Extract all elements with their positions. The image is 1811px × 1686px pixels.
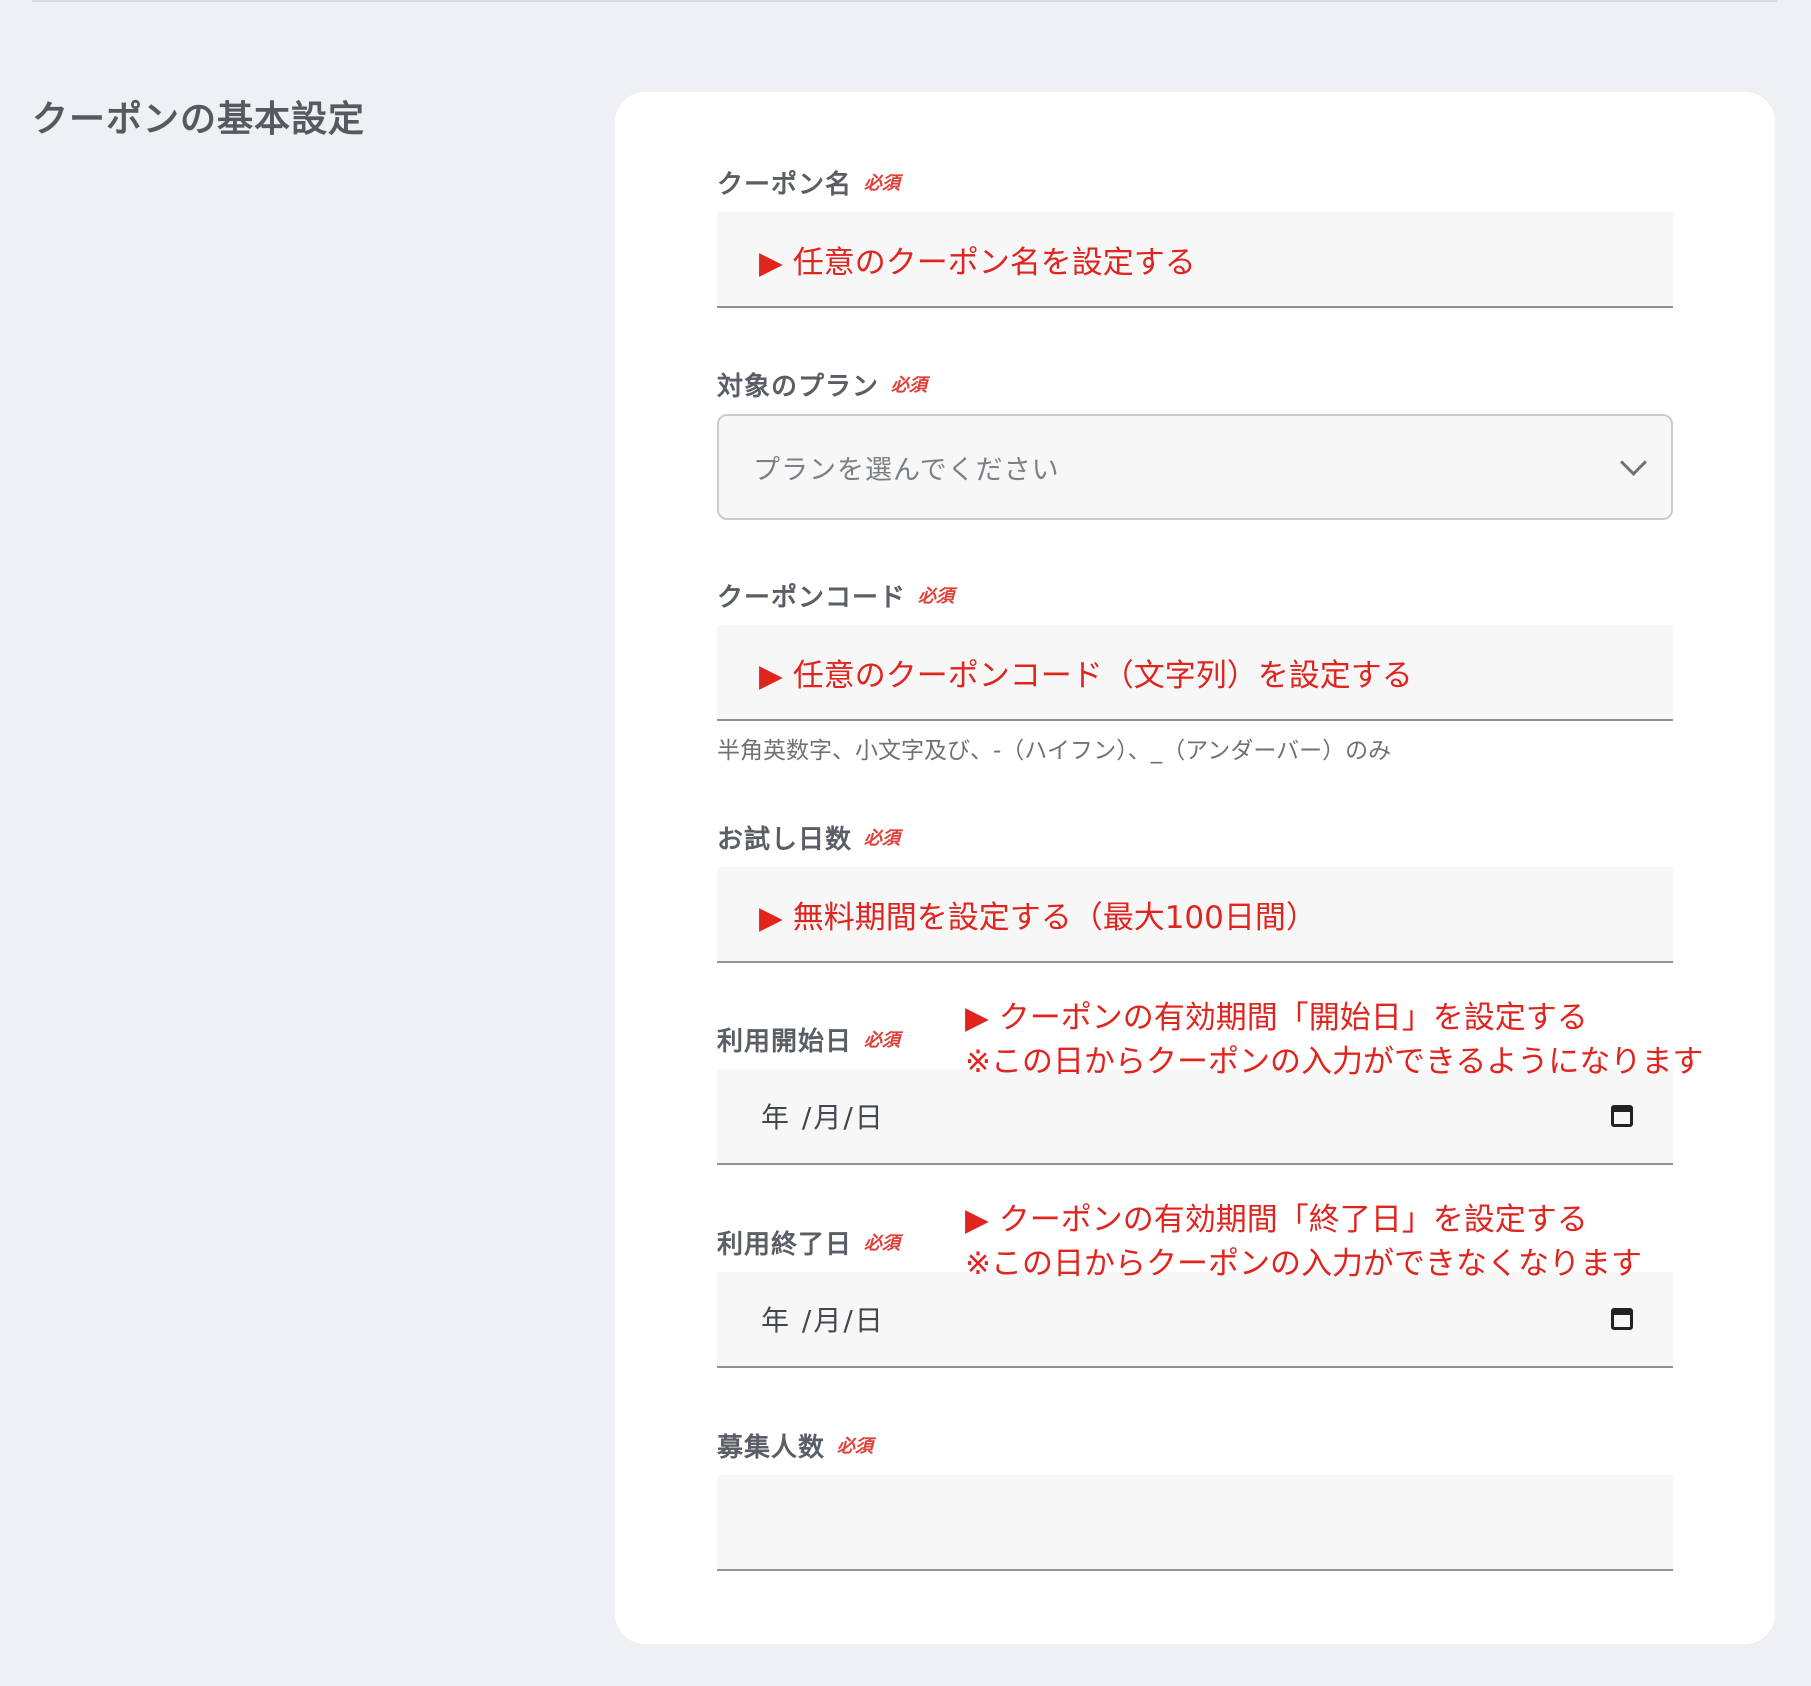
top-divider [32, 0, 1777, 2]
coupon-code-label: クーポンコード [717, 582, 907, 613]
trial-days-field: お試し日数 必須 ▶ 無料期間を設定する（最大100日間） [717, 817, 1673, 963]
start-date-note: ▶ クーポンの有効期間「開始日」を設定する ※この日からクーポンの入力ができるよ… [965, 996, 1703, 1084]
end-date-note-line2: ※この日からクーポンの入力ができなくなります [965, 1246, 1642, 1282]
start-date-label: 利用開始日 [717, 1026, 853, 1057]
coupon-code-input[interactable]: ▶ 任意のクーポンコード（文字列）を設定する [717, 625, 1673, 721]
start-date-note-line2: ※この日からクーポンの入力ができるようになります [965, 1044, 1704, 1080]
start-date-placeholder: 年 /月/日 [761, 1101, 885, 1134]
coupon-code-instruction: ▶ 任意のクーポンコード（文字列）を設定する [759, 657, 1413, 694]
coupon-name-input[interactable]: ▶ 任意のクーポン名を設定する [717, 212, 1673, 308]
calendar-icon[interactable] [1611, 1105, 1633, 1127]
coupon-settings-card: クーポン名 必須 ▶ 任意のクーポン名を設定する 対象のプラン 必須 プランを選… [615, 92, 1775, 1644]
recruit-count-label: 募集人数 [717, 1432, 826, 1463]
required-badge: 必須 [891, 375, 928, 396]
coupon-name-label: クーポン名 [717, 169, 853, 200]
end-date-note: ▶ クーポンの有効期間「終了日」を設定する ※この日からクーポンの入力ができなく… [965, 1198, 1642, 1286]
end-date-input[interactable]: 年 /月/日 [717, 1272, 1673, 1368]
plan-field: 対象のプラン 必須 プランを選んでください [717, 364, 1673, 520]
trial-days-input[interactable]: ▶ 無料期間を設定する（最大100日間） [717, 867, 1673, 963]
recruit-count-field: 募集人数 必須 [717, 1425, 1673, 1571]
coupon-name-instruction: ▶ 任意のクーポン名を設定する [759, 244, 1196, 281]
chevron-down-icon [1620, 448, 1647, 476]
required-badge: 必須 [864, 828, 901, 849]
required-badge: 必須 [864, 1030, 901, 1051]
required-badge: 必須 [864, 1233, 901, 1254]
required-badge: 必須 [837, 1436, 874, 1457]
end-date-placeholder: 年 /月/日 [761, 1304, 885, 1337]
plan-select[interactable]: プランを選んでください [717, 414, 1673, 520]
plan-select-placeholder: プランを選んでください [753, 454, 1060, 486]
start-date-note-line1: ▶ クーポンの有効期間「開始日」を設定する [965, 1000, 1588, 1036]
end-date-note-line1: ▶ クーポンの有効期間「終了日」を設定する [965, 1202, 1588, 1238]
end-date-label: 利用終了日 [717, 1229, 853, 1260]
coupon-code-hint: 半角英数字、小文字及び、-（ハイフン）、_（アンダーバー）のみ [717, 738, 1392, 764]
required-badge: 必須 [918, 586, 955, 607]
plan-label: 対象のプラン [717, 371, 880, 402]
trial-days-label: お試し日数 [717, 824, 853, 855]
coupon-code-field: クーポンコード 必須 ▶ 任意のクーポンコード（文字列）を設定する 半角英数字、… [717, 575, 1673, 765]
calendar-icon[interactable] [1611, 1308, 1633, 1330]
recruit-count-input[interactable] [717, 1475, 1673, 1571]
required-badge: 必須 [864, 173, 901, 194]
trial-days-instruction: ▶ 無料期間を設定する（最大100日間） [759, 899, 1317, 936]
coupon-name-field: クーポン名 必須 ▶ 任意のクーポン名を設定する [717, 162, 1673, 308]
section-title: クーポンの基本設定 [32, 99, 366, 140]
